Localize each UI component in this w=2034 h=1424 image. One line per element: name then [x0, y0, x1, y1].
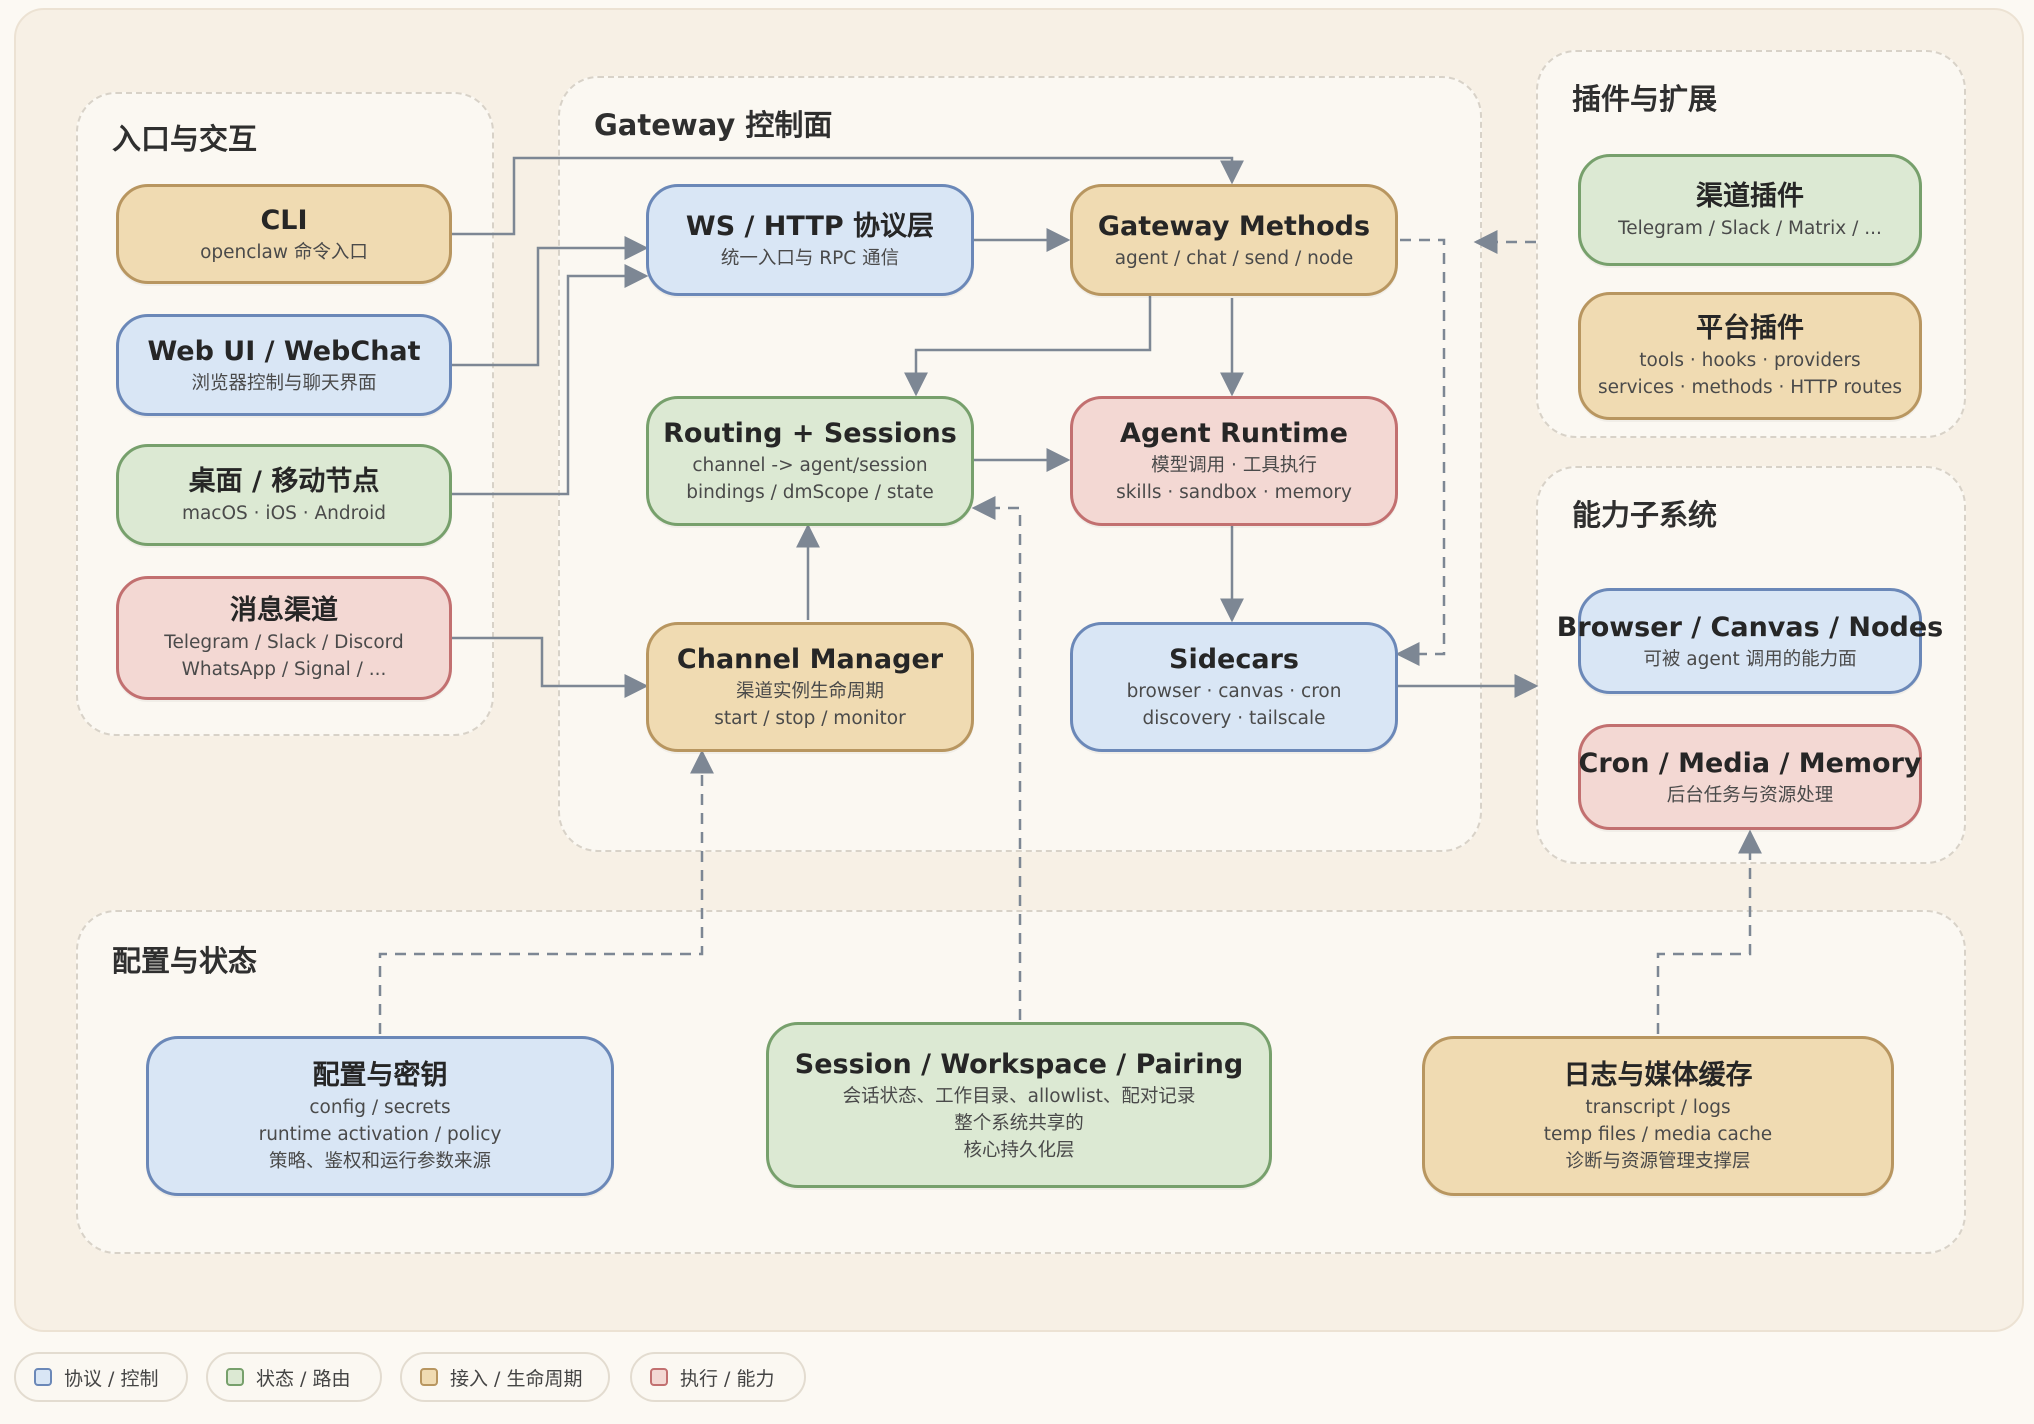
node-subtitle: 核心持久化层 — [963, 1139, 1075, 1161]
legend-label: 执行 / 能力 — [680, 1367, 775, 1390]
node-subtitle: 策略、鉴权和运行参数来源 — [268, 1150, 491, 1172]
node-subtitle: bindings / dmScope / state — [686, 482, 934, 503]
node-subtitle: services · methods · HTTP routes — [1597, 377, 1902, 398]
node-subtitle: 会话状态、工作目录、allowlist、配对记录 — [842, 1085, 1196, 1107]
node-title: Routing + Sessions — [663, 418, 957, 449]
legend-item-lifecycle: 接入 / 生命周期 — [400, 1352, 610, 1402]
node-subtitle: browser · canvas · cron — [1126, 681, 1342, 702]
channel-plugins-node: 渠道插件 Telegram / Slack / Matrix / ... — [1578, 154, 1922, 266]
node-subtitle: Telegram / Slack / Matrix / ... — [1618, 217, 1882, 239]
node-subtitle: agent / chat / send / node — [1114, 247, 1354, 269]
desktop-mobile-node: 桌面 / 移动节点 macOS · iOS · Android — [116, 444, 452, 546]
node-subtitle: transcript / logs — [1585, 1096, 1731, 1118]
node-subtitle: 浏览器控制与聊天界面 — [191, 372, 377, 394]
gateway-methods-node: Gateway Methods agent / chat / send / no… — [1070, 184, 1398, 296]
node-title: Gateway Methods — [1097, 210, 1371, 242]
node-subtitle: macOS · iOS · Android — [181, 502, 387, 524]
node-subtitle: temp files / media cache — [1543, 1123, 1773, 1145]
node-subtitle: 诊断与资源管理支撑层 — [1565, 1150, 1751, 1172]
platform-plugins-node: 平台插件 tools · hooks · providers services … — [1578, 292, 1922, 420]
node-subtitle: channel -> agent/session — [692, 455, 928, 476]
group-gateway-title: Gateway 控制面 — [594, 108, 833, 142]
agent-runtime-node: Agent Runtime 模型调用 · 工具执行 skills · sandb… — [1070, 396, 1398, 526]
legend-swatch — [226, 1368, 244, 1386]
node-title: Sidecars — [1169, 644, 1299, 675]
legend-label: 状态 / 路由 — [256, 1367, 351, 1390]
ws-http-node: WS / HTTP 协议层 统一入口与 RPC 通信 — [646, 184, 974, 296]
node-subtitle: discovery · tailscale — [1142, 708, 1326, 729]
node-subtitle: openclaw 命令入口 — [200, 241, 368, 263]
node-title: Browser / Canvas / Nodes — [1556, 611, 1944, 643]
legend-item-protocol: 协议 / 控制 — [14, 1352, 188, 1402]
message-channels-node: 消息渠道 Telegram / Slack / Discord WhatsApp… — [116, 576, 452, 700]
cron-media-memory-node: Cron / Media / Memory 后台任务与资源处理 — [1578, 724, 1922, 830]
node-subtitle: skills · sandbox · memory — [1116, 482, 1352, 503]
cli-node: CLI openclaw 命令入口 — [116, 184, 452, 284]
node-subtitle: 统一入口与 RPC 通信 — [720, 247, 900, 269]
legend-swatch — [420, 1368, 438, 1386]
sidecars-node: Sidecars browser · canvas · cron discove… — [1070, 622, 1398, 752]
legend-label: 接入 / 生命周期 — [450, 1367, 583, 1390]
node-subtitle: 可被 agent 调用的能力面 — [1643, 648, 1857, 670]
node-subtitle: WhatsApp / Signal / ... — [181, 659, 387, 680]
node-title: Cron / Media / Memory — [1578, 747, 1922, 779]
node-subtitle: 后台任务与资源处理 — [1666, 784, 1834, 806]
group-entry-title: 入口与交互 — [112, 122, 258, 156]
group-config-title: 配置与状态 — [112, 944, 258, 978]
session-workspace-pairing-node: Session / Workspace / Pairing 会话状态、工作目录、… — [766, 1022, 1272, 1188]
node-title: CLI — [260, 204, 308, 236]
node-subtitle: tools · hooks · providers — [1639, 350, 1861, 371]
legend-item-state: 状态 / 路由 — [206, 1352, 382, 1402]
node-subtitle: 渠道实例生命周期 — [735, 681, 884, 702]
channel-manager-node: Channel Manager 渠道实例生命周期 start / stop / … — [646, 622, 974, 752]
legend-swatch — [650, 1368, 668, 1386]
node-subtitle: runtime activation / policy — [258, 1123, 502, 1145]
node-title: WS / HTTP 协议层 — [685, 210, 935, 242]
node-title: Channel Manager — [676, 644, 944, 675]
node-subtitle: config / secrets — [309, 1096, 451, 1118]
node-title: 桌面 / 移动节点 — [188, 465, 380, 497]
node-subtitle: 整个系统共享的 — [954, 1112, 1084, 1134]
node-title: 配置与密钥 — [312, 1059, 448, 1091]
node-title: Session / Workspace / Pairing — [794, 1048, 1244, 1080]
legend-item-execution: 执行 / 能力 — [630, 1352, 806, 1402]
logs-media-cache-node: 日志与媒体缓存 transcript / logs temp files / m… — [1422, 1036, 1894, 1196]
node-title: 日志与媒体缓存 — [1563, 1059, 1753, 1091]
node-title: 消息渠道 — [230, 595, 338, 626]
node-title: Web UI / WebChat — [147, 335, 421, 367]
node-title: 平台插件 — [1696, 313, 1804, 344]
node-subtitle: Telegram / Slack / Discord — [164, 632, 404, 653]
node-title: 渠道插件 — [1696, 180, 1804, 212]
config-secrets-node: 配置与密钥 config / secrets runtime activatio… — [146, 1036, 614, 1196]
browser-canvas-nodes-node: Browser / Canvas / Nodes 可被 agent 调用的能力面 — [1557, 588, 1943, 694]
webui-node: Web UI / WebChat 浏览器控制与聊天界面 — [116, 314, 452, 416]
node-subtitle: 模型调用 · 工具执行 — [1151, 455, 1317, 476]
legend-label: 协议 / 控制 — [64, 1367, 159, 1390]
routing-sessions-node: Routing + Sessions channel -> agent/sess… — [646, 396, 974, 526]
legend-swatch — [34, 1368, 52, 1386]
node-title: Agent Runtime — [1120, 418, 1348, 449]
group-plugins-title: 插件与扩展 — [1572, 82, 1718, 116]
node-subtitle: start / stop / monitor — [714, 708, 906, 729]
group-capability-title: 能力子系统 — [1572, 498, 1718, 532]
